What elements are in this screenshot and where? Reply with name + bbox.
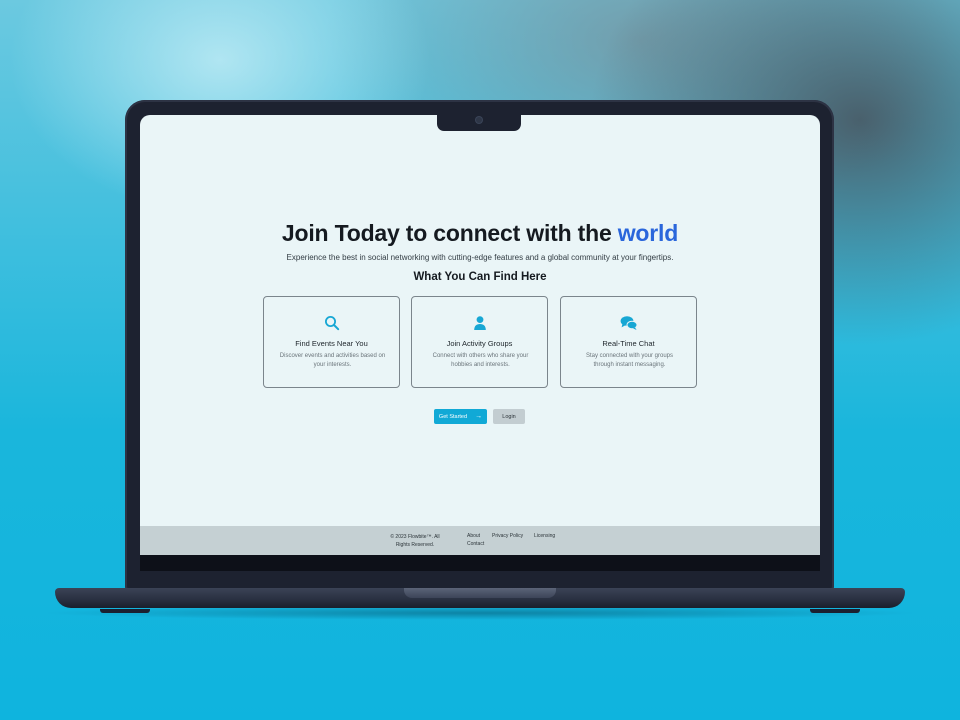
laptop-foot-right bbox=[810, 609, 860, 613]
feature-card-chat: Real-Time Chat Stay connected with your … bbox=[560, 296, 697, 388]
feature-title: Real-Time Chat bbox=[602, 339, 655, 348]
screen-bottom-bezel bbox=[140, 555, 820, 571]
feature-cards: Find Events Near You Discover events and… bbox=[263, 296, 697, 388]
laptop-shadow bbox=[40, 606, 920, 620]
feature-description: Connect with others who share your hobbi… bbox=[432, 353, 529, 368]
footer: © 2023 Flowbite™. All Rights Reserved. A… bbox=[140, 526, 820, 555]
login-button[interactable]: Login bbox=[493, 409, 525, 424]
search-icon bbox=[264, 315, 399, 331]
camera-notch bbox=[437, 114, 521, 131]
user-icon bbox=[412, 315, 547, 331]
feature-card-groups: Join Activity Groups Connect with others… bbox=[411, 296, 548, 388]
hero-title: Join Today to connect with the world bbox=[140, 220, 820, 247]
camera-icon bbox=[476, 117, 482, 123]
feature-description: Stay connected with your groups through … bbox=[585, 353, 674, 368]
feature-title: Find Events Near You bbox=[295, 339, 368, 348]
laptop-base bbox=[55, 588, 905, 608]
feature-title: Join Activity Groups bbox=[446, 339, 513, 348]
feature-card-events: Find Events Near You Discover events and… bbox=[263, 296, 400, 388]
hero-title-accent: world bbox=[617, 220, 679, 246]
footer-link-privacy[interactable]: Privacy Policy bbox=[492, 533, 523, 539]
hero-title-main: Join Today to connect with the bbox=[281, 220, 618, 246]
hero-subtitle: Experience the best in social networking… bbox=[286, 253, 674, 262]
footer-copyright: © 2023 Flowbite™. All Rights Reserved. bbox=[390, 534, 440, 548]
login-label: Login bbox=[502, 413, 516, 420]
get-started-button[interactable]: Get Started → bbox=[434, 409, 487, 424]
get-started-label: Get Started bbox=[438, 413, 468, 420]
screen: Join Today to connect with the world Exp… bbox=[140, 115, 820, 555]
feature-description: Discover events and activities based on … bbox=[279, 353, 386, 368]
arrow-right-icon: → bbox=[475, 413, 483, 420]
footer-link-contact[interactable]: Contact bbox=[467, 541, 484, 547]
laptop-foot-left bbox=[100, 609, 150, 613]
section-title: What You Can Find Here bbox=[413, 271, 547, 283]
chat-icon bbox=[561, 315, 696, 331]
hero-section: Join Today to connect with the world Exp… bbox=[140, 220, 820, 283]
footer-link-licensing[interactable]: Licensing bbox=[534, 533, 555, 539]
trackpad-notch bbox=[404, 588, 556, 598]
footer-link-about[interactable]: About bbox=[467, 533, 480, 539]
